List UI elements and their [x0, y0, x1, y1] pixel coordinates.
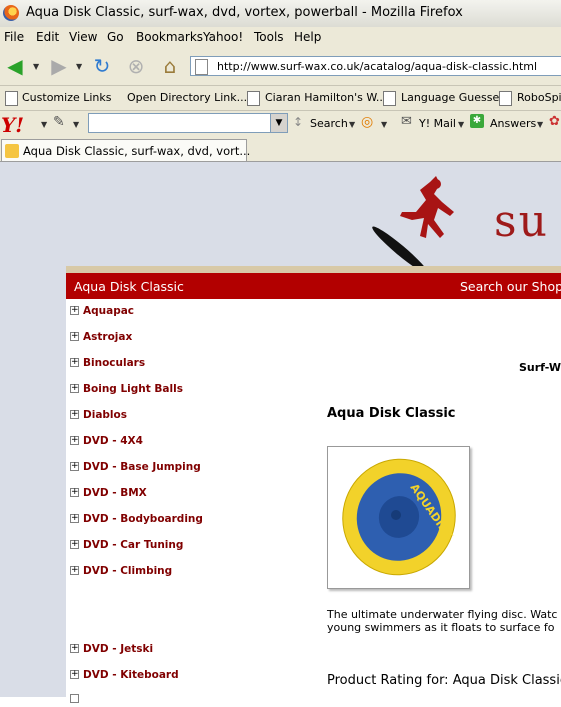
expand-icon[interactable]: + [70, 488, 79, 497]
page-icon [195, 59, 208, 75]
expand-icon[interactable]: + [70, 358, 79, 367]
product-rating-label: Product Rating for: Aqua Disk Classic [327, 673, 561, 688]
toolbar-grip-icon: ↕ [293, 115, 304, 129]
aqua-disk-image: AQUADISK [342, 458, 456, 576]
search-dropdown-icon[interactable]: ▼ [349, 120, 355, 129]
menu-yahoo[interactable]: Yahoo! [203, 30, 243, 44]
highlight-dropdown-icon[interactable]: ▼ [381, 120, 387, 129]
firefox-logo-icon [3, 5, 19, 21]
search-history-dropdown-icon[interactable]: ▼ [270, 114, 287, 132]
menu-tools[interactable]: Tools [254, 30, 284, 44]
bookmark-robospic[interactable]: RoboSpic [517, 91, 561, 104]
forward-icon[interactable]: ▶ [46, 53, 72, 79]
expand-icon[interactable]: + [70, 384, 79, 393]
category-header-bar: Aqua Disk Classic Search our Shop [66, 273, 561, 299]
menu-view[interactable]: View [69, 30, 97, 44]
yahoo-search-button[interactable]: Search [310, 117, 348, 130]
site-favicon-icon [5, 144, 19, 158]
yahoo-dropdown-icon[interactable]: ▼ [41, 120, 47, 129]
menu-bar: File Edit View Go Bookmarks Yahoo! Tools… [0, 27, 561, 47]
bookmark-open-directory[interactable]: Open Directory Link... [127, 91, 247, 104]
menu-edit[interactable]: Edit [36, 30, 59, 44]
menu-file[interactable]: File [4, 30, 24, 44]
pencil-dropdown-icon[interactable]: ▼ [73, 120, 79, 129]
bookmark-page-icon [5, 91, 18, 106]
tab-aqua-disk-classic[interactable]: Aqua Disk Classic, surf-wax, dvd, vort..… [1, 139, 251, 161]
product-description-line: The ultimate underwater flying disc. Wat… [327, 608, 558, 621]
menu-bookmarks[interactable]: Bookmarks [136, 30, 203, 44]
stop-icon[interactable]: ⊗ [123, 53, 149, 79]
expand-icon[interactable]: + [70, 436, 79, 445]
expand-icon[interactable]: + [70, 514, 79, 523]
product-description: The ultimate underwater flying disc. Wat… [327, 608, 561, 634]
more-toolbar-icon[interactable]: ✿ [549, 114, 560, 129]
expand-icon[interactable]: + [70, 410, 79, 419]
surfer-logo-icon[interactable] [370, 172, 470, 272]
mail-dropdown-icon[interactable]: ▼ [458, 120, 464, 129]
header-stripe [66, 266, 561, 273]
menu-help[interactable]: Help [294, 30, 321, 44]
product-image[interactable]: AQUADISK [327, 446, 470, 589]
home-icon[interactable]: ⌂ [157, 53, 183, 79]
bookmark-ciaran-hamilton[interactable]: Ciaran Hamilton's W... [265, 91, 386, 104]
yahoo-mail-button[interactable]: Y! Mail [419, 117, 456, 130]
window-titlebar: Aqua Disk Classic, surf-wax, dvd, vortex… [0, 0, 561, 28]
highlight-icon[interactable]: ◎ [361, 114, 373, 130]
bookmark-customize-links[interactable]: Customize Links [22, 91, 112, 104]
product-description-line: young swimmers as it floats to surface f… [327, 621, 555, 634]
site-logo-text[interactable]: su [494, 196, 549, 247]
window-title: Aqua Disk Classic, surf-wax, dvd, vortex… [26, 5, 463, 20]
tab-title: Aqua Disk Classic, surf-wax, dvd, vort..… [23, 144, 251, 158]
yahoo-answers-button[interactable]: Answers [490, 117, 536, 130]
yahoo-logo-icon[interactable]: Y! [1, 113, 24, 137]
product-title: Aqua Disk Classic [327, 406, 456, 421]
back-icon[interactable]: ◀ [2, 53, 28, 79]
search-shop-link[interactable]: Search our Shop [460, 279, 561, 294]
expand-icon[interactable]: + [70, 566, 79, 575]
pencil-icon[interactable]: ✎ [53, 114, 65, 130]
expand-icon[interactable]: + [70, 306, 79, 315]
answers-icon[interactable]: ✱ [470, 114, 484, 128]
reload-icon[interactable]: ↻ [89, 53, 115, 79]
bookmark-page-icon [247, 91, 260, 106]
expand-icon[interactable]: + [70, 540, 79, 549]
bookmark-language-guesser[interactable]: Language Guesser [401, 91, 504, 104]
expand-icon[interactable]: + [70, 670, 79, 679]
bookmark-page-icon [499, 91, 512, 106]
mail-icon[interactable]: ✉ [401, 114, 412, 129]
expand-icon[interactable] [70, 694, 79, 703]
expand-icon[interactable]: + [70, 644, 79, 653]
expand-icon[interactable]: + [70, 332, 79, 341]
bookmark-page-icon [383, 91, 396, 106]
shop-name: Surf-W [519, 361, 561, 374]
url-text: http://www.surf-wax.co.uk/acatalog/aqua-… [217, 60, 538, 73]
menu-go[interactable]: Go [107, 30, 124, 44]
back-dropdown-icon[interactable]: ▼ [33, 62, 39, 71]
yahoo-search-input[interactable]: ▼ [88, 113, 288, 133]
answers-dropdown-icon[interactable]: ▼ [537, 120, 543, 129]
expand-icon[interactable]: + [70, 462, 79, 471]
address-bar[interactable]: http://www.surf-wax.co.uk/acatalog/aqua-… [190, 56, 561, 76]
breadcrumb-current: Aqua Disk Classic [74, 279, 184, 294]
forward-dropdown-icon[interactable]: ▼ [76, 62, 82, 71]
